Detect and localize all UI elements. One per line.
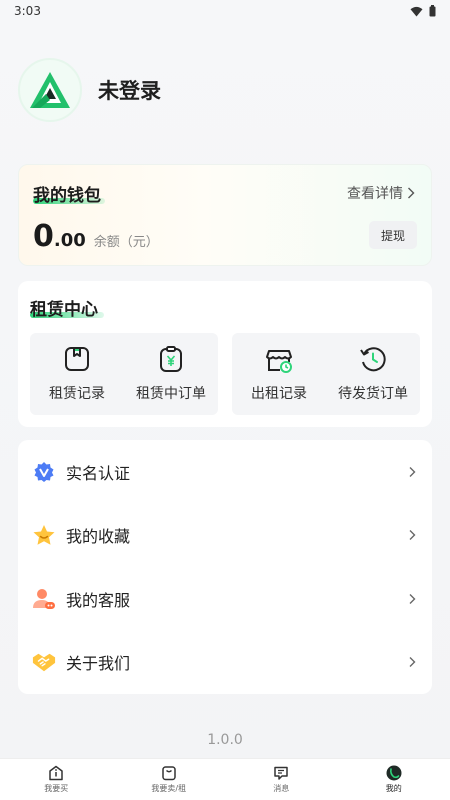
renting-orders-label: 租赁中订单: [136, 386, 206, 402]
customer-service-icon: [32, 587, 56, 611]
chevron-right-icon: [409, 529, 416, 540]
bottom-tab-bar: 我要买 我要卖/租 消息 我的: [0, 758, 450, 800]
wallet-title: 我的钱包: [33, 186, 101, 206]
tab-sell-rent[interactable]: 我要卖/租: [113, 759, 226, 800]
yen-clipboard-icon: [160, 346, 182, 372]
app-logo-icon: [30, 72, 70, 108]
menu-label-favorites: 我的收藏: [66, 526, 131, 546]
menu-label-about: 关于我们: [66, 653, 131, 673]
profile-name[interactable]: 未登录: [98, 75, 161, 105]
pending-shipment-item[interactable]: 待发货订单: [326, 333, 420, 415]
withdraw-button[interactable]: 提现: [369, 221, 417, 249]
balance-integer: 0: [33, 219, 54, 254]
rental-group-lessor: 出租记录 待发货订单: [232, 333, 420, 415]
tab-label-profile: 我的: [385, 784, 402, 793]
wifi-icon: [410, 6, 423, 16]
wallet-details-link[interactable]: 查看详情: [347, 183, 415, 203]
app-version: 1.0.0: [207, 732, 243, 748]
history-clock-icon: [360, 347, 386, 372]
menu-item-about[interactable]: 关于我们: [18, 630, 432, 693]
balance-decimal: .00: [53, 230, 86, 251]
lease-records-item[interactable]: 出租记录: [232, 333, 326, 415]
info-home-icon: [49, 765, 63, 781]
tab-profile[interactable]: 我的: [338, 759, 450, 800]
status-bar: 3:03: [0, 0, 450, 22]
profile-avatar-icon: [386, 765, 402, 781]
bag-icon: [162, 766, 176, 781]
store-clock-icon: [266, 350, 292, 373]
rental-records-item[interactable]: 租赁记录: [30, 333, 124, 415]
chevron-right-icon: [409, 656, 416, 667]
menu-item-real-name[interactable]: 实名认证: [18, 440, 432, 503]
tab-label-messages: 消息: [273, 784, 290, 793]
wallet-card: 我的钱包 查看详情 0 .00 余额（元） 提现: [18, 164, 432, 266]
profile-header[interactable]: 未登录: [18, 58, 161, 122]
star-icon: [32, 523, 56, 547]
renting-orders-item[interactable]: 租赁中订单: [124, 333, 218, 415]
rental-center-title: 租赁中心: [30, 300, 98, 320]
avatar[interactable]: [18, 58, 82, 122]
pending-shipment-label: 待发货订单: [338, 386, 408, 402]
balance-label: 余额（元）: [93, 235, 159, 250]
handshake-icon: [32, 650, 56, 674]
chevron-right-icon: [408, 187, 415, 199]
rental-group-renter: 租赁记录 租赁中订单: [30, 333, 218, 415]
verified-badge-icon: [32, 460, 56, 484]
status-time: 3:03: [14, 4, 41, 18]
bookmark-doc-icon: [65, 347, 89, 371]
menu-label-customer-service: 我的客服: [66, 590, 131, 610]
tab-label-buy: 我要买: [44, 784, 69, 793]
lease-records-label: 出租记录: [251, 386, 307, 402]
tab-buy[interactable]: 我要买: [0, 759, 113, 800]
chevron-right-icon: [409, 466, 416, 477]
chevron-right-icon: [409, 593, 416, 604]
rental-records-label: 租赁记录: [49, 386, 105, 402]
status-icons: [410, 5, 436, 17]
wallet-details-label: 查看详情: [347, 186, 403, 202]
menu-item-favorites[interactable]: 我的收藏: [18, 503, 432, 566]
rental-center-card: 租赁中心 租赁记录 租赁中订单 出租记录 待发货订单: [18, 281, 432, 427]
settings-menu-card: 实名认证 我的收藏 我的客服 关于我们: [18, 440, 432, 694]
menu-item-customer-service[interactable]: 我的客服: [18, 567, 432, 630]
menu-label-real-name: 实名认证: [66, 463, 131, 483]
battery-icon: [429, 5, 436, 17]
balance-display: 0 .00 余额（元）: [33, 219, 159, 254]
tab-label-sell-rent: 我要卖/租: [151, 784, 187, 793]
message-icon: [274, 766, 288, 780]
tab-messages[interactable]: 消息: [225, 759, 338, 800]
